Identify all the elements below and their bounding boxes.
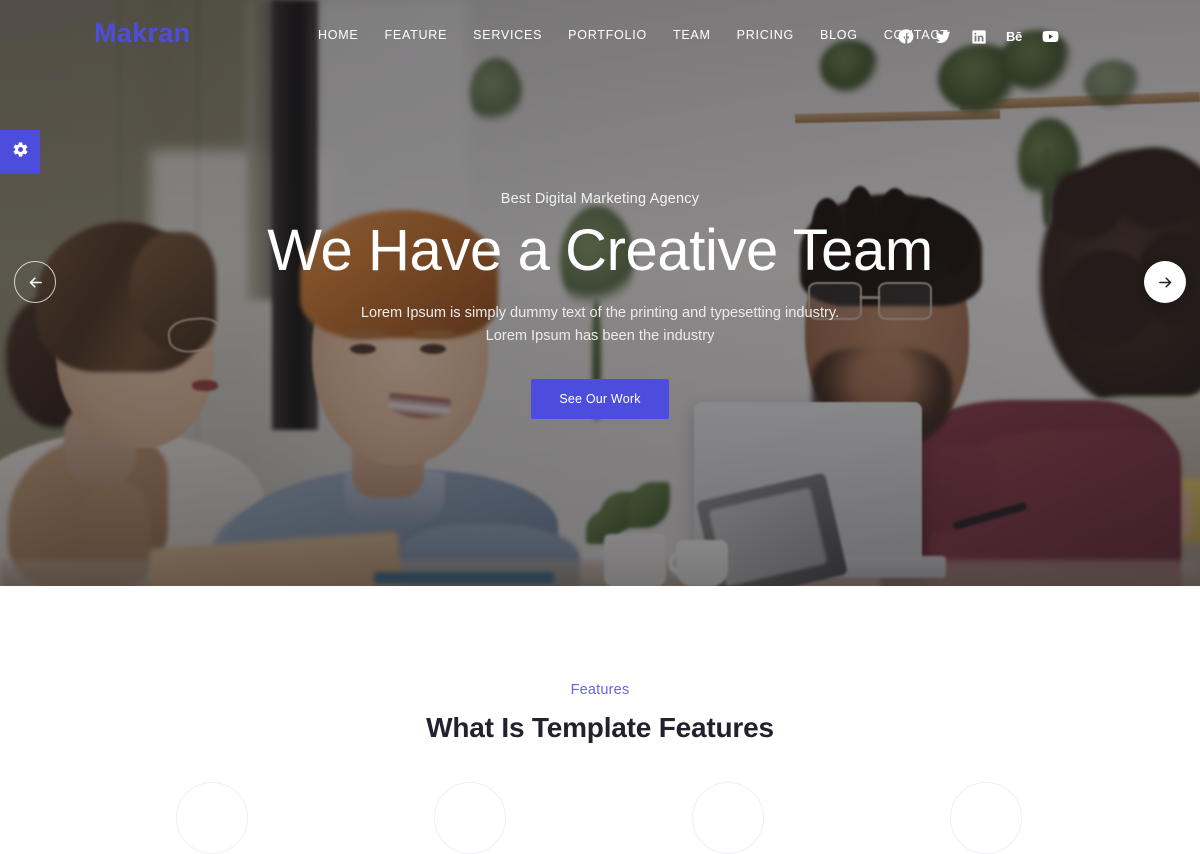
feature-icon-circle[interactable] <box>176 782 248 854</box>
carousel-next-arrow-icon[interactable] <box>1144 261 1186 303</box>
hero-subtitle: Best Digital Marketing Agency <box>500 191 700 208</box>
hero-description-line-1: Lorem Ipsum is simply dummy text of the … <box>360 304 840 321</box>
hero-slider: Best Digital Marketing Agency We Have a … <box>0 0 1200 586</box>
twitter-icon[interactable] <box>934 28 952 46</box>
nav-item-home[interactable]: HOME <box>318 28 359 42</box>
hero-title: We Have a Creative Team <box>267 218 933 284</box>
main-navigation: HOME FEATURE SERVICES PORTFOLIO TEAM PRI… <box>318 28 949 42</box>
hero-description-line-2: Lorem Ipsum has been the industry <box>485 328 715 345</box>
nav-item-blog[interactable]: BLOG <box>820 28 858 42</box>
settings-gear-button[interactable] <box>0 130 40 174</box>
site-logo[interactable]: Makran <box>94 18 190 49</box>
features-section: Features What Is Template Features <box>0 586 1200 800</box>
site-header: Makran HOME FEATURE SERVICES PORTFOLIO T… <box>0 0 1200 72</box>
social-links: Bē <box>898 27 1060 46</box>
feature-icon-row <box>0 782 1200 854</box>
linkedin-icon[interactable] <box>971 29 987 45</box>
features-heading: What Is Template Features <box>426 712 774 743</box>
features-eyebrow: Features <box>570 682 630 698</box>
hero-content: Best Digital Marketing Agency We Have a … <box>0 0 1200 586</box>
facebook-icon[interactable] <box>898 28 915 45</box>
youtube-icon[interactable] <box>1041 27 1060 46</box>
feature-icon-circle[interactable] <box>692 782 764 854</box>
nav-item-feature[interactable]: FEATURE <box>385 28 448 42</box>
feature-icon-circle[interactable] <box>434 782 506 854</box>
nav-item-portfolio[interactable]: PORTFOLIO <box>568 28 647 42</box>
nav-item-services[interactable]: SERVICES <box>473 28 542 42</box>
hero-description: Lorem Ipsum is simply dummy text of the … <box>361 302 839 349</box>
carousel-prev-arrow-icon[interactable] <box>14 261 56 303</box>
feature-icon-circle[interactable] <box>950 782 1022 854</box>
nav-item-team[interactable]: TEAM <box>673 28 711 42</box>
behance-icon[interactable]: Bē <box>1006 29 1022 44</box>
see-our-work-button[interactable]: See Our Work <box>531 378 669 419</box>
gear-icon <box>12 141 29 163</box>
nav-item-pricing[interactable]: PRICING <box>737 28 794 42</box>
